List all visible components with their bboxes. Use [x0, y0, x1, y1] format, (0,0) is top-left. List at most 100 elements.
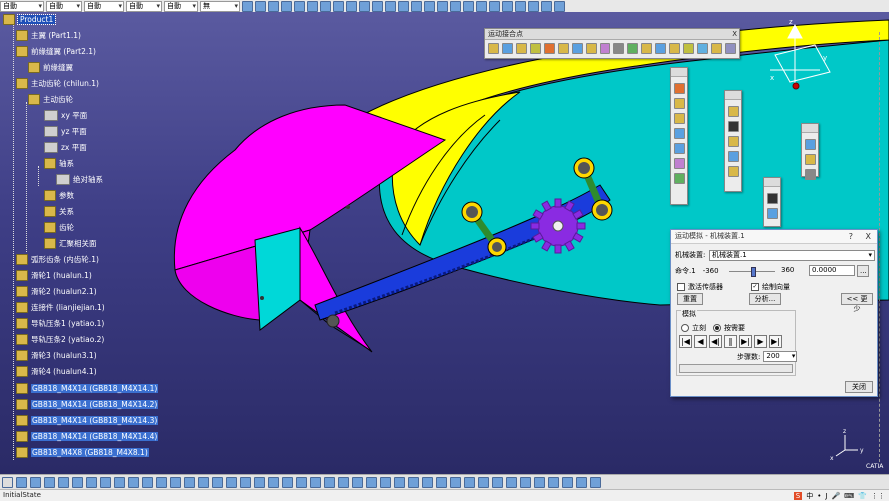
tree-node[interactable]: yz 平面 [44, 126, 87, 137]
player-icon[interactable] [673, 143, 685, 154]
combo-5[interactable]: 自動 [164, 0, 198, 12]
scene-icon[interactable] [372, 0, 383, 12]
chinese-mode-icon[interactable]: 中 [806, 491, 813, 501]
analysis-button[interactable]: 分析... [749, 293, 781, 305]
measure-inertia-icon[interactable] [534, 477, 545, 488]
zoom-out-icon[interactable] [100, 477, 111, 488]
joint-from-constraints-icon[interactable] [724, 43, 736, 54]
reorder-icon[interactable] [254, 477, 265, 488]
steps-select[interactable]: 200 ▾ [763, 351, 798, 362]
roll-curve-joint-icon[interactable] [613, 43, 625, 54]
rotate-icon[interactable] [268, 0, 279, 12]
step-forward-button[interactable]: ▶| [739, 335, 752, 348]
select-icon[interactable] [16, 477, 27, 488]
fix-together-icon[interactable] [436, 477, 447, 488]
camera-icon[interactable] [437, 0, 448, 12]
coincidence-icon[interactable] [366, 477, 377, 488]
measure-between-icon[interactable] [506, 477, 517, 488]
tree-node[interactable]: 滑轮4 (hualun4.1) [16, 366, 97, 377]
catalog-icon[interactable] [385, 0, 396, 12]
play-backward-button[interactable]: ◀ [694, 335, 707, 348]
microphone-icon[interactable]: 🎤 [831, 492, 840, 500]
quick-constraint-icon[interactable] [450, 477, 461, 488]
tree-node[interactable]: xy 平面 [44, 110, 87, 121]
multi-instance-icon[interactable] [282, 477, 293, 488]
toolbar-close-icon[interactable]: X [732, 29, 737, 39]
section-icon[interactable] [398, 0, 409, 12]
fly-mode-icon[interactable] [30, 477, 41, 488]
move-icon[interactable] [242, 0, 253, 12]
render-style-icon[interactable] [142, 477, 153, 488]
fast-multi-instance-icon[interactable] [296, 477, 307, 488]
activate-sensors-checkbox[interactable] [677, 283, 685, 291]
swept-volume-icon[interactable] [727, 121, 739, 132]
combo-4[interactable]: 自動 [126, 0, 162, 12]
tree-node[interactable]: 滑轮2 (hualun2.1) [16, 286, 97, 297]
tree-node[interactable]: 导轨压条1 (yatiao.1) [16, 318, 104, 329]
tree-node[interactable]: 绝对轴系 [56, 174, 103, 185]
combo-3[interactable]: 自動 [84, 0, 124, 12]
reuse-pattern-icon[interactable] [478, 477, 489, 488]
speed-acceleration-icon[interactable] [804, 169, 816, 180]
reset-button[interactable]: 重置 [677, 293, 703, 305]
distance-analysis-icon[interactable] [727, 136, 739, 147]
new-product-icon[interactable] [226, 477, 237, 488]
update-positions-icon[interactable] [766, 193, 778, 204]
clash-icon[interactable] [333, 0, 344, 12]
explode-view-icon[interactable] [338, 477, 349, 488]
camera-view-icon[interactable] [590, 477, 601, 488]
point-surface-joint-icon[interactable] [627, 43, 639, 54]
print-icon[interactable] [476, 0, 487, 12]
prismatic-joint-icon[interactable] [501, 43, 513, 54]
numbering-icon[interactable] [268, 477, 279, 488]
jump-start-button[interactable]: |◀ [679, 335, 692, 348]
cut-icon[interactable] [489, 0, 500, 12]
contact-icon[interactable] [380, 477, 391, 488]
scenes-icon[interactable] [562, 477, 573, 488]
tree-node[interactable]: 主翼 (Part1.1) [16, 30, 81, 41]
redo-icon[interactable] [541, 0, 552, 12]
help-icon[interactable]: ? [849, 230, 853, 243]
snap-icon[interactable] [281, 0, 292, 12]
revolute-joint-icon[interactable] [488, 43, 499, 54]
point-curve-joint-icon[interactable] [585, 43, 597, 54]
stop-manipulate-icon[interactable] [352, 477, 363, 488]
rigid-joint-icon[interactable] [571, 43, 583, 54]
gear-joint-icon[interactable] [669, 43, 681, 54]
measure-icon[interactable] [294, 0, 305, 12]
tree-node[interactable]: 主动齿轮 (chilun.1) [16, 78, 99, 89]
combo-6[interactable]: 無 [200, 0, 240, 12]
less-button[interactable]: << 更少 [841, 293, 873, 313]
flexible-icon[interactable] [464, 477, 475, 488]
slide-curve-joint-icon[interactable] [599, 43, 611, 54]
update-icon[interactable] [359, 0, 370, 12]
tree-node[interactable]: 滑轮3 (hualun3.1) [16, 350, 97, 361]
constraint-icon[interactable] [346, 0, 357, 12]
tree-node[interactable]: 汇聚相关面 [44, 238, 97, 249]
manipulate-icon[interactable] [307, 0, 318, 12]
pause-button[interactable]: ‖ [724, 335, 737, 348]
command-value-input[interactable]: 0.0000 [809, 265, 855, 276]
half-width-icon[interactable]: J [825, 492, 827, 500]
rotate-view-icon[interactable] [72, 477, 83, 488]
tree-node[interactable]: GB818_M4X14 (GB818_M4X14.3) [16, 415, 159, 426]
tools-icon[interactable] [727, 166, 739, 177]
immediate-radio[interactable] [681, 324, 689, 332]
play-forward-button[interactable]: ▶ [754, 335, 767, 348]
mechanism-select[interactable]: 机械装置.1 ▾ [709, 250, 875, 261]
tree-node[interactable]: GB818_M4X14 (GB818_M4X14.4) [16, 431, 159, 442]
command-slider-track[interactable] [729, 267, 775, 277]
publish-icon[interactable] [450, 0, 461, 12]
annotation-icon[interactable] [424, 0, 435, 12]
insert-component-icon[interactable] [184, 477, 195, 488]
tree-node[interactable]: 参数 [44, 190, 74, 201]
paste-icon[interactable] [515, 0, 526, 12]
tree-node[interactable]: 前缘缝翼 [28, 62, 73, 73]
step-backward-button[interactable]: ◀| [709, 335, 722, 348]
manipulation-icon[interactable] [310, 477, 321, 488]
draw-vectors-checkbox[interactable]: ✓ [751, 283, 759, 291]
skin-icon[interactable]: 👕 [858, 492, 867, 500]
reset-positions-icon[interactable] [766, 208, 778, 219]
assembly-constraints-icon[interactable] [804, 154, 816, 165]
combo-1[interactable]: 自動 [0, 0, 44, 12]
